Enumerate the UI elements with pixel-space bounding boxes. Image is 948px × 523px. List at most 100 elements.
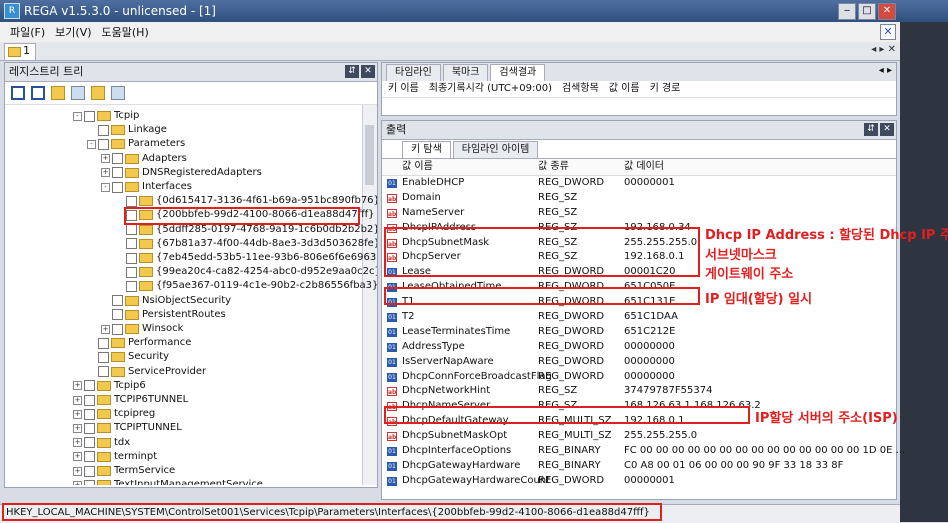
tree-checkbox[interactable] xyxy=(126,266,137,278)
value-row[interactable]: ab NameServer REG_SZ xyxy=(382,206,896,221)
tree-node[interactable]: + TextInputManagementService xyxy=(73,478,263,485)
copy-icon[interactable] xyxy=(71,86,85,100)
tree-node[interactable]: + DNSRegisteredAdapters xyxy=(101,166,262,180)
close-panel-icon[interactable]: ✕ xyxy=(880,123,894,136)
tree-checkbox[interactable] xyxy=(98,337,109,349)
col-key-path[interactable]: 키 경로 xyxy=(650,81,681,97)
expand-icon[interactable]: + xyxy=(73,395,82,405)
tree-node[interactable]: Security xyxy=(87,350,169,364)
tree-node[interactable]: {200bbfeb-99d2-4100-8066-d1ea88d47fff} xyxy=(115,208,375,222)
value-row[interactable]: 01 LeaseObtainedTime REG_DWORD 651C050E xyxy=(382,280,896,295)
value-row[interactable]: 01 T2 REG_DWORD 651C1DAA xyxy=(382,310,896,325)
tab-search-results[interactable]: 검색결과 xyxy=(490,64,546,81)
expand-icon[interactable]: + xyxy=(73,438,82,448)
tree-node[interactable]: + TCPIPTUNNEL xyxy=(73,421,182,435)
tree-checkbox[interactable] xyxy=(126,252,137,264)
expand-icon[interactable]: + xyxy=(101,154,110,164)
minimize-button[interactable]: ‒ xyxy=(838,3,856,20)
check-all-icon[interactable] xyxy=(11,86,25,100)
tree-node[interactable]: + terminpt xyxy=(73,450,157,464)
calendar-icon[interactable] xyxy=(111,86,125,100)
tree-node[interactable]: {99ea20c4-ca82-4254-abc0-d952e9aa0c2c} xyxy=(115,265,377,279)
pin-icon[interactable]: ⇵ xyxy=(864,123,878,136)
col-value-name[interactable]: 값 이름 xyxy=(402,159,433,175)
tab-nav-arrows[interactable]: ◂ ▸ xyxy=(879,65,892,76)
tree-node[interactable]: ServiceProvider xyxy=(87,365,206,379)
tree-checkbox[interactable] xyxy=(84,422,95,434)
tree-checkbox[interactable] xyxy=(112,167,123,179)
tree-node[interactable]: + TCPIP6TUNNEL xyxy=(73,393,188,407)
expand-icon[interactable]: + xyxy=(73,480,82,485)
tree-checkbox[interactable] xyxy=(84,408,95,420)
tree-checkbox[interactable] xyxy=(84,465,95,477)
tree-node[interactable]: NsiObjectSecurity xyxy=(101,294,231,308)
tree-node[interactable]: + Tcpip6 xyxy=(73,379,146,393)
menu-help[interactable]: 도움말(H) xyxy=(102,24,149,40)
value-row[interactable]: 01 DhcpInterfaceOptions REG_BINARY FC 00 00… xyxy=(382,444,905,459)
tree-node[interactable]: PersistentRoutes xyxy=(101,308,226,322)
tree-checkbox[interactable] xyxy=(112,181,123,193)
value-row[interactable]: 01 AddressType REG_DWORD 00000000 xyxy=(382,340,896,355)
tree-checkbox[interactable] xyxy=(112,309,123,321)
folder-icon[interactable] xyxy=(51,86,65,100)
expand-icon[interactable]: + xyxy=(73,409,82,419)
tree-node[interactable]: {7eb45edd-53b5-11ee-93b6-806e6f6e6963} xyxy=(115,251,377,265)
collapse-icon[interactable]: - xyxy=(87,139,96,149)
tab-key-browse[interactable]: 키 탐색 xyxy=(402,141,451,158)
expand-icon[interactable]: + xyxy=(73,466,82,476)
close-panel-icon[interactable]: ✕ xyxy=(361,65,375,78)
tree-node[interactable]: + Winsock xyxy=(101,322,183,336)
tree-checkbox[interactable] xyxy=(98,124,109,136)
expand-icon[interactable]: + xyxy=(101,168,110,178)
menu-view[interactable]: 보기(V) xyxy=(55,24,91,40)
tree-checkbox[interactable] xyxy=(112,295,123,307)
col-value-data[interactable]: 값 데이터 xyxy=(624,159,664,175)
value-row[interactable]: 01 IsServerNapAware REG_DWORD 00000000 xyxy=(382,355,896,370)
value-row[interactable]: 01 EnableDHCP REG_DWORD 00000001 xyxy=(382,176,896,191)
tree-checkbox[interactable] xyxy=(84,451,95,463)
value-row[interactable]: ab DhcpServer REG_SZ 192.168.0.1 xyxy=(382,250,896,265)
tree-checkbox[interactable] xyxy=(126,238,137,250)
tab-nav-arrows[interactable]: ◂ ▸ ✕ xyxy=(871,44,896,55)
tree-checkbox[interactable] xyxy=(126,209,137,221)
tree-checkbox[interactable] xyxy=(126,195,137,207)
tree-checkbox[interactable] xyxy=(84,110,95,122)
col-key-name[interactable]: 키 이름 xyxy=(388,81,419,97)
value-row[interactable]: 01 DhcpGatewayHardwareCount REG_DWORD 00000… xyxy=(382,474,896,489)
tree-node[interactable]: + tcpipreg xyxy=(73,407,155,421)
pin-icon[interactable]: ⇵ xyxy=(345,65,359,78)
export-icon[interactable] xyxy=(91,86,105,100)
col-value-name[interactable]: 값 이름 xyxy=(609,81,640,97)
close-button[interactable]: ✕ xyxy=(878,3,896,20)
doc-close-icon[interactable]: ✕ xyxy=(880,24,896,40)
doc-tab[interactable]: 1 xyxy=(4,43,36,60)
maximize-button[interactable]: □ xyxy=(858,3,876,20)
tree-node[interactable]: Linkage xyxy=(87,123,167,137)
tree-checkbox[interactable] xyxy=(84,394,95,406)
value-row[interactable]: 01 T1 REG_DWORD 651C131E xyxy=(382,295,896,310)
tree-node[interactable]: + tdx xyxy=(73,436,130,450)
value-row[interactable]: 01 DhcpConnForceBroadcastFlag REG_DWORD 000… xyxy=(382,370,896,385)
tree-checkbox[interactable] xyxy=(98,366,109,378)
col-value-type[interactable]: 값 종류 xyxy=(538,159,569,175)
value-row[interactable]: ab DhcpSubnetMaskOpt REG_MULTI_SZ 255.255.2… xyxy=(382,429,896,444)
tree-node[interactable]: Performance xyxy=(87,336,191,350)
value-row[interactable]: 01 LeaseTerminatesTime REG_DWORD 651C212E xyxy=(382,325,896,340)
tree-checkbox[interactable] xyxy=(84,437,95,449)
value-row[interactable]: ab Domain REG_SZ xyxy=(382,191,896,206)
collapse-icon[interactable]: - xyxy=(73,111,82,121)
tree-checkbox[interactable] xyxy=(98,138,109,150)
col-search-item[interactable]: 검색항목 xyxy=(562,81,599,97)
expand-icon[interactable]: + xyxy=(73,423,82,433)
value-row[interactable]: ab DhcpNetworkHint REG_SZ 37479787F55374 xyxy=(382,384,896,399)
tree-checkbox[interactable] xyxy=(126,280,137,292)
tree-node[interactable]: - Tcpip xyxy=(73,109,139,123)
tree-checkbox[interactable] xyxy=(98,351,109,363)
tab-bookmark[interactable]: 북마크 xyxy=(442,64,489,81)
col-last-written[interactable]: 최종기록시각 (UTC+09:00) xyxy=(429,81,552,97)
value-row[interactable]: 01 Lease REG_DWORD 00001C20 xyxy=(382,265,896,280)
tree-node[interactable]: {67b81a37-4f00-44db-8ae3-3d3d503628fe} xyxy=(115,237,377,251)
tree-node[interactable]: + Adapters xyxy=(101,152,187,166)
menu-file[interactable]: 파일(F) xyxy=(10,24,45,40)
tree-node[interactable]: {0d615417-3136-4f61-b69a-951bc890fb76} xyxy=(115,194,377,208)
